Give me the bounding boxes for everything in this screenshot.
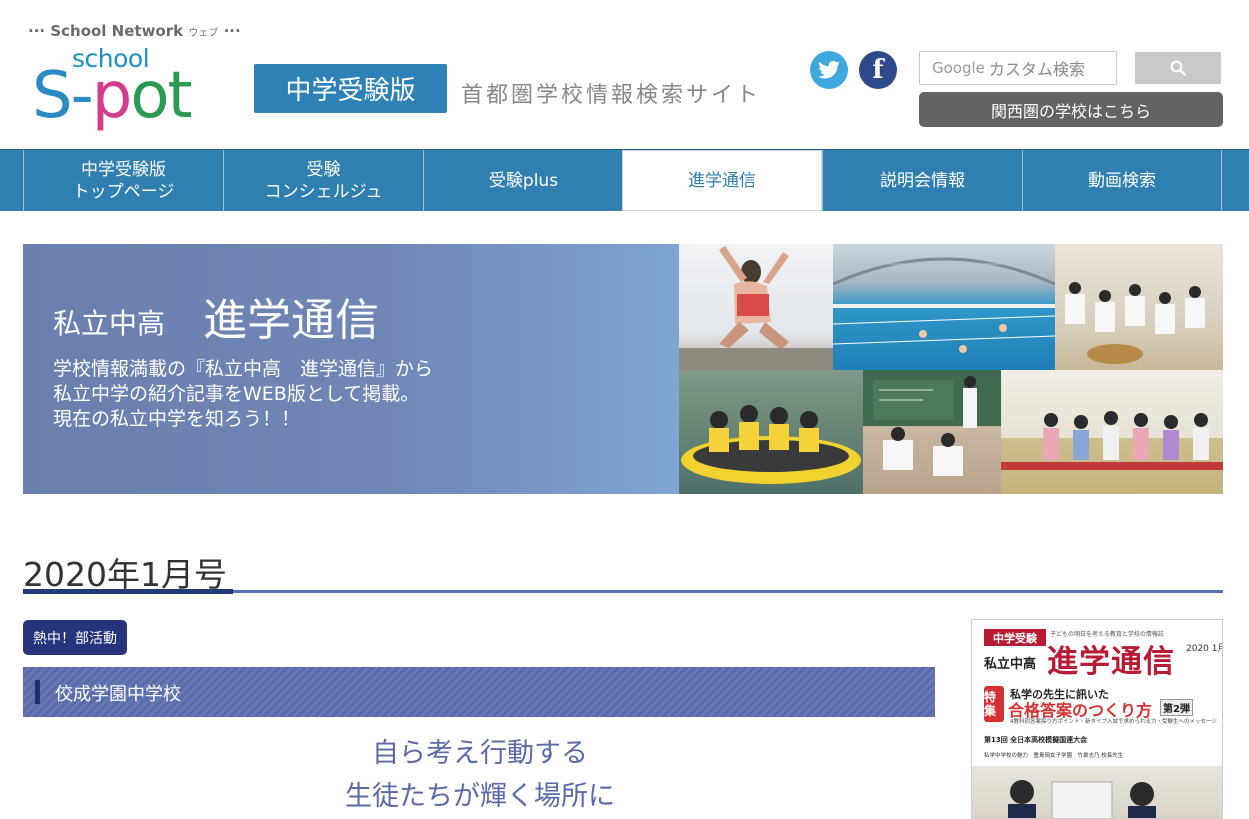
- banner-description: 学校情報満載の『私立中高 進学通信』から 私立中学の紹介記事をWEB版として掲載…: [53, 358, 434, 430]
- article-headline: 自ら考え行動する 生徒たちが輝く場所に: [345, 738, 615, 812]
- magazine-date: 2020 1月号: [1186, 644, 1222, 654]
- nav-item-concierge[interactable]: 受験 コンシェルジュ: [223, 150, 423, 211]
- kansai-schools-button[interactable]: 関西圏の学校はこちら: [919, 92, 1223, 127]
- nav-item-plus[interactable]: 受験plus: [423, 150, 623, 211]
- magazine-cover[interactable]: 中学受験 子どもの明日を考える教育と学校の情報誌 私立中高 進学通信 2020 …: [971, 619, 1223, 819]
- magazine-title: 進学通信: [1047, 644, 1175, 680]
- photo-rafting: [679, 370, 863, 494]
- magazine-feature-part: 第2弾: [1160, 699, 1193, 716]
- site-header: ··· School Network ウェブ ··· school S-pot …: [0, 0, 1249, 150]
- magazine-box-label: 中学受験: [984, 629, 1046, 646]
- magazine-interview: 私学中学校の魅力 豊島岡女子学園 竹鼻志乃 校長先生: [984, 753, 1124, 759]
- school-name: 佼成学園中学校: [55, 684, 181, 705]
- banner-text-panel: 私立中高 進学通信 学校情報満載の『私立中高 進学通信』から 私立中学の紹介記事…: [23, 244, 679, 494]
- school-bar-marker: [35, 680, 40, 704]
- search-button[interactable]: [1135, 52, 1221, 84]
- banner-photo-collage: [679, 244, 1223, 494]
- photo-classroom: [863, 370, 1001, 494]
- magazine-subtitle: 私立中高: [984, 657, 1037, 672]
- logo-tagline: ··· School Network ウェブ ···: [28, 22, 241, 40]
- photo-swimming-pool: [833, 244, 1055, 370]
- search-placeholder: カスタム検索: [988, 60, 1085, 79]
- banner-title-small: 私立中高: [53, 307, 166, 340]
- photo-tea-ceremony: [1001, 370, 1223, 494]
- edition-badge[interactable]: 中学受験版: [254, 64, 447, 113]
- magazine-cover-photo: [972, 766, 1222, 818]
- main-nav: 中学受験版 トップページ 受験 コンシェルジュ 受験plus 進学通信 説明会情…: [0, 149, 1249, 211]
- photo-orchestra: [1055, 244, 1223, 370]
- issue-divider-accent: [23, 589, 233, 594]
- google-label: Google: [932, 59, 985, 77]
- facebook-icon[interactable]: f: [859, 51, 897, 89]
- magazine-event: 第13回 全日本高校模擬国連大会: [984, 736, 1088, 744]
- site-description: 首都圏学校情報検索サイト: [461, 83, 762, 108]
- logo-spot-text: S-pot: [32, 59, 193, 133]
- hero-banner: 私立中高 進学通信 学校情報満載の『私立中高 進学通信』から 私立中学の紹介記事…: [23, 244, 1223, 494]
- banner-title: 進学通信: [203, 295, 379, 346]
- search-icon: [1170, 60, 1186, 76]
- nav-item-top[interactable]: 中学受験版 トップページ: [23, 150, 223, 211]
- photo-long-jump: [679, 244, 833, 370]
- category-tag[interactable]: 熱中！部活動: [23, 620, 127, 655]
- search-input[interactable]: Google カスタム検索: [919, 51, 1117, 85]
- nav-item-video[interactable]: 動画検索: [1022, 150, 1222, 211]
- school-name-bar[interactable]: 佼成学園中学校: [23, 667, 935, 717]
- twitter-icon[interactable]: [810, 51, 848, 89]
- magazine-feature-badge: 特集: [984, 686, 1004, 722]
- site-logo[interactable]: ··· School Network ウェブ ··· school S-pot: [28, 20, 241, 138]
- magazine-feature-desc: 4教科別答案採り方ポイント・新タイプ入試で求められる力・受験生へのメッセージ: [1010, 719, 1217, 725]
- nav-item-briefing[interactable]: 説明会情報: [822, 150, 1022, 211]
- nav-item-shingaku-tsushin[interactable]: 進学通信: [622, 150, 822, 211]
